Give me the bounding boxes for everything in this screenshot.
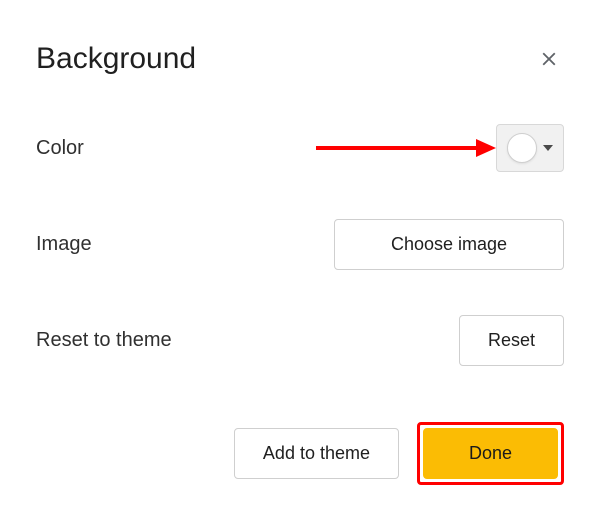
background-dialog: Background Color Image Choose image Rese… xyxy=(0,0,600,523)
arrow-annotation xyxy=(316,136,496,160)
image-label: Image xyxy=(36,233,92,256)
done-button[interactable]: Done xyxy=(423,428,558,479)
chevron-down-icon xyxy=(543,145,553,151)
color-picker[interactable] xyxy=(496,124,564,172)
color-label: Color xyxy=(36,137,84,160)
color-swatch xyxy=(507,133,537,163)
close-icon[interactable] xyxy=(534,44,564,74)
reset-button[interactable]: Reset xyxy=(459,315,564,366)
image-row: Image Choose image xyxy=(36,218,564,270)
dialog-header: Background xyxy=(36,42,564,76)
done-highlight-annotation: Done xyxy=(417,422,564,485)
reset-row: Reset to theme Reset xyxy=(36,314,564,366)
choose-image-button[interactable]: Choose image xyxy=(334,219,564,270)
color-row: Color xyxy=(36,122,564,174)
reset-to-theme-label: Reset to theme xyxy=(36,329,172,352)
dialog-footer: Add to theme Done xyxy=(234,422,564,485)
dialog-title: Background xyxy=(36,42,196,76)
x-icon xyxy=(538,48,560,70)
add-to-theme-button[interactable]: Add to theme xyxy=(234,428,399,479)
